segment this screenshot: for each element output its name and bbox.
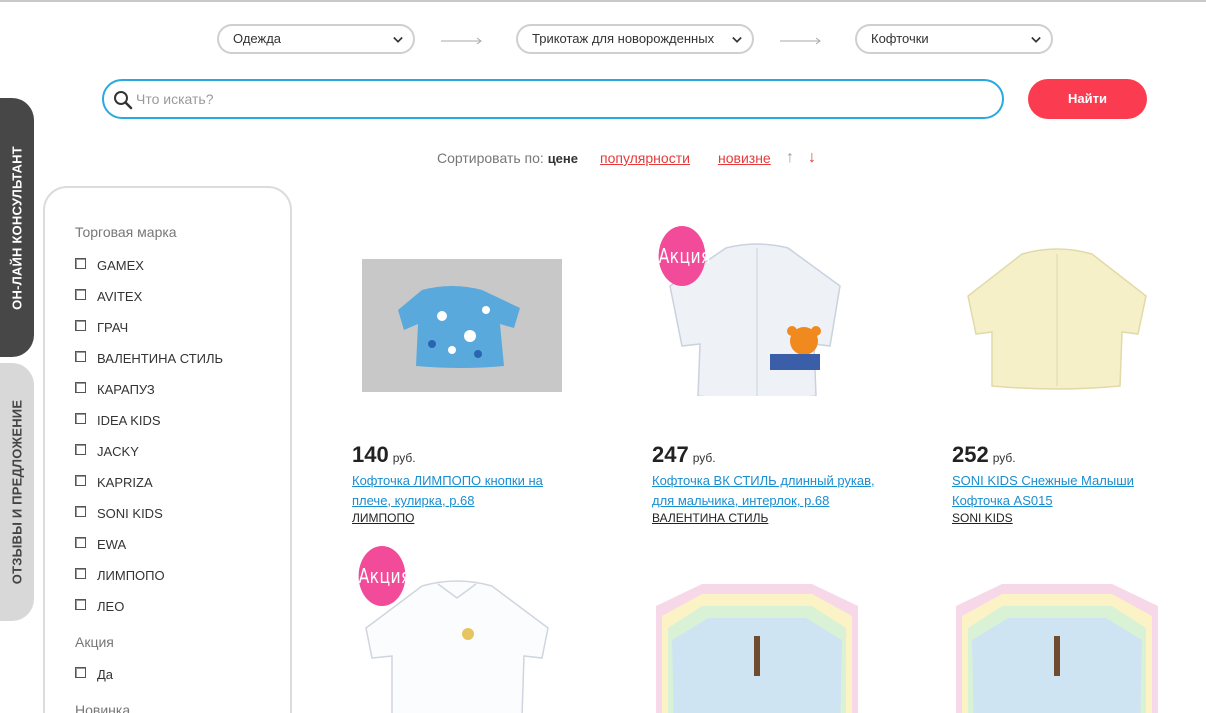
checkbox[interactable] <box>75 320 86 331</box>
product-card[interactable]: Акция <box>352 546 602 713</box>
product-image[interactable] <box>952 566 1162 713</box>
sort-label: Сортировать по: <box>437 150 544 166</box>
product-name-link[interactable]: SONI KIDS Снежные Малыши Кофточка AS015 <box>952 471 1152 511</box>
product-image[interactable] <box>652 566 862 713</box>
product-price: 247 руб. <box>652 442 716 467</box>
product-card[interactable]: 252 руб. SONI KIDS Снежные Малыши Кофточк… <box>952 226 1202 531</box>
filter-new-title: Новинка <box>75 702 131 713</box>
checkbox[interactable] <box>75 382 86 393</box>
product-card[interactable] <box>652 566 902 713</box>
category-select-value: Одежда <box>233 31 282 46</box>
checkbox[interactable] <box>75 568 86 579</box>
sort-desc-icon[interactable]: ↓ <box>808 149 816 167</box>
checkbox[interactable] <box>75 667 86 678</box>
checkbox[interactable] <box>75 599 86 610</box>
product-type-select[interactable]: Кофточки <box>855 24 1053 54</box>
sort-active-price[interactable]: цене <box>548 151 578 166</box>
sort-bar: Сортировать по: цене популярности новизн… <box>437 149 816 166</box>
category-select[interactable]: Одежда <box>217 24 415 54</box>
product-name-link[interactable]: Кофточка ЛИМПОПО кнопки на плече, кулирк… <box>352 471 552 511</box>
checkbox[interactable] <box>75 413 86 424</box>
filter-brand-title: Торговая марка <box>75 224 177 240</box>
promo-badge: Акция <box>658 226 710 286</box>
product-price: 252 руб. <box>952 442 1016 467</box>
checkbox[interactable] <box>75 351 86 362</box>
sort-popularity-link[interactable]: популярности <box>600 150 690 166</box>
arrow-right-icon <box>780 37 822 45</box>
search-button[interactable]: Найти <box>1028 79 1147 119</box>
product-name-link[interactable]: Кофточка ВК СТИЛЬ длинный рукав, для мал… <box>652 471 877 511</box>
chevron-down-icon <box>393 36 403 43</box>
sort-newest-link[interactable]: новизне <box>718 150 771 166</box>
checkbox[interactable] <box>75 506 86 517</box>
product-image[interactable] <box>952 226 1162 396</box>
checkbox[interactable] <box>75 258 86 269</box>
product-brand-link[interactable]: ЛИМПОПО <box>352 511 414 525</box>
filter-promo-title: Акция <box>75 634 114 650</box>
product-brand-link[interactable]: SONI KIDS <box>952 511 1013 525</box>
chevron-down-icon <box>732 36 742 43</box>
filter-panel: Торговая марка GAMEX AVITEX ГРАЧ ВАЛЕНТИ… <box>43 186 292 713</box>
search-box <box>102 79 1004 119</box>
chevron-down-icon <box>1031 36 1041 43</box>
search-icon <box>114 91 133 110</box>
product-image[interactable] <box>352 226 562 396</box>
subcategory-select[interactable]: Трикотаж для новорожденных <box>516 24 754 54</box>
online-consultant-label: ОН-ЛАЙН КОНСУЛЬТАНТ <box>9 145 25 310</box>
product-price: 140 руб. <box>352 442 416 467</box>
top-divider <box>0 0 1206 2</box>
product-card[interactable] <box>952 566 1202 713</box>
reviews-label: ОТЗЫВЫ И ПРЕДЛОЖЕНИЕ <box>9 399 25 585</box>
checkbox[interactable] <box>75 289 86 300</box>
arrow-right-icon <box>441 37 483 45</box>
reviews-tab[interactable]: ОТЗЫВЫ И ПРЕДЛОЖЕНИЕ <box>0 363 34 621</box>
online-consultant-tab[interactable]: ОН-ЛАЙН КОНСУЛЬТАНТ <box>0 98 34 357</box>
checkbox[interactable] <box>75 444 86 455</box>
sort-asc-icon[interactable]: ↑ <box>786 149 794 167</box>
product-brand-link[interactable]: ВАЛЕНТИНА СТИЛЬ <box>652 511 768 525</box>
product-card[interactable]: Акция 247 руб. Кофточка ВК СТИЛЬ длинный … <box>652 226 902 531</box>
checkbox[interactable] <box>75 475 86 486</box>
subcategory-select-value: Трикотаж для новорожденных <box>532 31 715 46</box>
checkbox[interactable] <box>75 537 86 548</box>
product-card[interactable]: 140 руб. Кофточка ЛИМПОПО кнопки на плече… <box>352 226 602 531</box>
search-input[interactable] <box>136 87 976 111</box>
product-type-select-value: Кофточки <box>871 31 929 46</box>
promo-badge: Акция <box>358 546 410 606</box>
